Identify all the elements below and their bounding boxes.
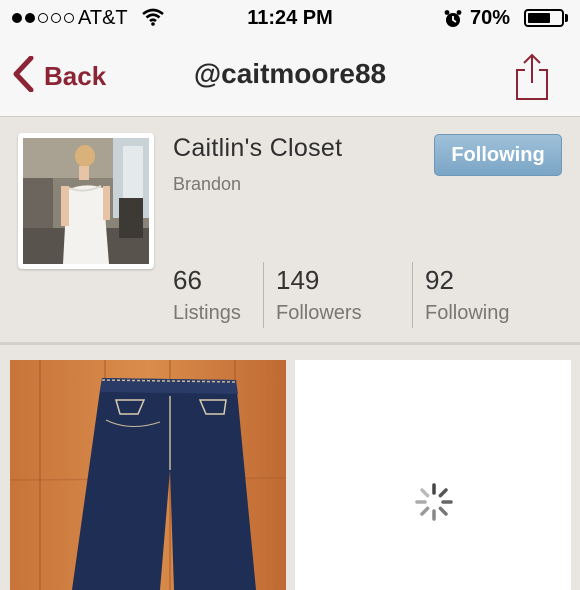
share-icon	[512, 53, 552, 106]
status-bar: AT&T 11:24 PM 70%	[0, 0, 580, 38]
stat-followers[interactable]: 149 Followers	[276, 265, 362, 325]
listing-jeans-image	[10, 360, 286, 590]
location-label: Brandon	[173, 174, 242, 194]
battery-tip	[565, 14, 568, 22]
stat-listings-label: Listings	[173, 302, 241, 324]
closet-name: Caitlin's Closet	[173, 134, 343, 162]
page-title: @caitmoore88	[193, 58, 387, 89]
stat-following-label: Following	[425, 302, 510, 324]
stat-listings-count: 66	[173, 265, 202, 295]
stat-following-count: 92	[425, 265, 454, 295]
stat-divider	[263, 262, 264, 328]
navigation-bar: Back @caitmoore88	[0, 38, 580, 117]
listing-tile[interactable]	[10, 360, 286, 590]
alarm-icon	[443, 9, 463, 34]
following-button[interactable]: Following	[434, 134, 562, 176]
profile-header: Caitlin's Closet Brandon Following 66 Li…	[0, 117, 580, 342]
stat-followers-label: Followers	[276, 302, 362, 324]
battery-percent: 70%	[470, 7, 511, 29]
share-button[interactable]	[512, 52, 552, 107]
listing-tile-loading[interactable]	[295, 360, 571, 590]
stat-following[interactable]: 92 Following	[425, 265, 509, 325]
section-divider	[0, 342, 580, 345]
stat-listings[interactable]: 66 Listings	[173, 265, 241, 325]
battery-icon	[524, 9, 564, 27]
stat-divider	[412, 262, 413, 328]
loading-spinner-icon	[414, 482, 454, 527]
avatar[interactable]	[18, 133, 154, 269]
stat-followers-count: 149	[276, 265, 320, 295]
